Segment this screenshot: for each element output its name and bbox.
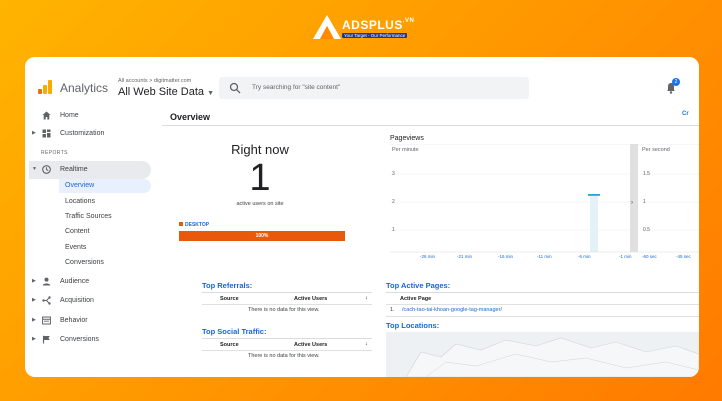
empty-message: There is no data for this view. <box>248 307 320 313</box>
sort-arrow-icon[interactable]: ↓ <box>365 341 368 347</box>
dashboard-icon <box>42 129 51 138</box>
row-divider <box>386 316 699 317</box>
y-tick-min-1: 1 <box>392 227 395 233</box>
search-bar[interactable]: Try searching for "site content" <box>219 77 529 99</box>
top-referrals-table: Source Active Users ↓ There is no data f… <box>202 292 372 315</box>
top-pages-title: Top Active Pages: <box>386 281 451 290</box>
sidebar: Home ▶ Customization REPORTS ▼ Realtime … <box>25 107 155 377</box>
title-divider <box>162 125 699 126</box>
device-share-bar: 100% <box>179 231 345 241</box>
current-minute-band <box>630 144 638 252</box>
col-active-users[interactable]: Active Users <box>294 342 327 348</box>
pageviews-title: Pageviews <box>390 135 424 142</box>
brand-mark-icon <box>313 15 341 39</box>
header-divider <box>202 350 372 351</box>
col-source: Source <box>220 342 239 348</box>
chart-scroll-arrow: › <box>631 200 633 206</box>
page-title: Overview <box>170 112 211 122</box>
chevron-down-icon: ▼ <box>32 166 37 172</box>
y-tick-sec-1-5: 1.5 <box>643 171 650 177</box>
brand-tagline: Your Target - Our Performance <box>342 33 408 38</box>
per-minute-label: Per minute <box>392 147 419 153</box>
row-index: 1. <box>390 307 395 313</box>
reports-section-label: REPORTS <box>41 150 68 156</box>
x-tick-6: -6 min <box>578 254 591 259</box>
sidebar-sub-conversions[interactable]: Conversions <box>65 256 151 270</box>
property-selector[interactable]: All Web Site Data ▼ <box>118 86 214 98</box>
brand-logo: ADSPLUS.VN Your Target - Our Performance <box>312 12 422 42</box>
sort-arrow-icon[interactable]: ↓ <box>365 295 368 301</box>
home-icon <box>42 111 51 120</box>
brand-name: ADSPLUS.VN <box>342 18 415 32</box>
sidebar-sub-traffic-sources[interactable]: Traffic Sources <box>65 210 151 224</box>
sidebar-item-conversions[interactable]: ▶ Conversions <box>25 331 150 349</box>
col-active-page: Active Page <box>400 296 432 302</box>
analytics-logo-icon <box>38 80 52 94</box>
clock-icon <box>42 165 51 174</box>
col-active-users[interactable]: Active Users <box>294 296 327 302</box>
y-tick-min-3: 3 <box>392 171 395 177</box>
header-divider <box>202 304 372 305</box>
chevron-right-icon: ▶ <box>32 297 36 303</box>
sidebar-item-customization[interactable]: ▶ Customization <box>25 125 150 143</box>
top-pages-table: Active Page 1. /cach-tao-tai-khoan-googl… <box>386 292 699 317</box>
y-tick-min-2: 2 <box>392 199 395 205</box>
x-tick-26: -26 min <box>420 254 436 259</box>
sidebar-item-audience[interactable]: ▶ Audience <box>25 273 150 291</box>
y-tick-sec-0-5: 0.5 <box>643 227 650 233</box>
map-graphic <box>405 337 699 377</box>
right-now-title: Right now <box>231 142 289 157</box>
sidebar-item-realtime[interactable]: ▼ Realtime <box>25 161 150 179</box>
chevron-right-icon: ▶ <box>32 317 36 323</box>
top-referrals-title: Top Referrals: <box>202 281 253 290</box>
recent-minute-shade <box>590 194 598 252</box>
app-header: Analytics All accounts > digitmatter.com… <box>25 57 699 107</box>
x-tick-1: -1 min <box>619 254 632 259</box>
sidebar-sub-events[interactable]: Events <box>65 241 151 255</box>
x-tick-11: -11 min <box>537 254 552 259</box>
top-locations-title: Top Locations: <box>386 321 440 330</box>
top-social-title: Top Social Traffic: <box>202 327 267 336</box>
acquisition-icon <box>42 296 51 305</box>
sidebar-sub-locations[interactable]: Locations <box>65 195 151 209</box>
search-placeholder: Try searching for "site content" <box>252 84 341 91</box>
caret-down-icon: ▼ <box>207 90 215 97</box>
pageview-bar <box>588 194 600 196</box>
active-page-link[interactable]: /cach-tao-tai-khoan-google-tag-manager/ <box>402 307 502 313</box>
y-tick-sec-1: 1 <box>643 199 646 205</box>
x-tick-21: -21 min <box>457 254 473 259</box>
main-content: Overview Cr Right now 1 active users on … <box>162 107 699 377</box>
flag-icon <box>42 335 50 344</box>
legend-swatch <box>179 222 183 226</box>
active-users-label: active users on site <box>236 201 284 207</box>
chevron-right-icon: ▶ <box>32 130 36 136</box>
behavior-icon <box>42 316 51 325</box>
x-tick-60s: -60 sec <box>642 254 658 259</box>
sidebar-item-home[interactable]: Home <box>25 107 150 125</box>
notification-badge: 2 <box>672 78 680 86</box>
x-tick-45s: -45 sec <box>676 254 692 259</box>
pageviews-chart: Per minute Per second 3 2 1 1.5 1 0.5 › … <box>390 144 699 260</box>
sidebar-item-acquisition[interactable]: ▶ Acquisition <box>25 292 150 310</box>
search-icon <box>229 82 241 94</box>
analytics-window: Analytics All accounts > digitmatter.com… <box>25 57 699 377</box>
per-second-label: Per second <box>642 147 670 153</box>
header-divider <box>386 304 699 305</box>
active-users-count: 1 <box>249 157 271 199</box>
app-name: Analytics <box>60 81 109 95</box>
sidebar-sub-overview[interactable]: Overview <box>59 179 151 193</box>
x-tick-16: -16 min <box>498 254 514 259</box>
device-label: DESKTOP <box>179 222 209 228</box>
col-source: Source <box>220 296 239 302</box>
locations-map[interactable] <box>386 332 699 377</box>
chevron-right-icon: ▶ <box>32 278 36 284</box>
top-social-table: Source Active Users ↓ There is no data f… <box>202 338 372 361</box>
person-icon <box>42 277 51 286</box>
breadcrumb[interactable]: All accounts > digitmatter.com <box>118 78 191 84</box>
corner-link[interactable]: Cr <box>682 111 689 117</box>
empty-message: There is no data for this view. <box>248 353 320 359</box>
sidebar-item-behavior[interactable]: ▶ Behavior <box>25 312 150 330</box>
sidebar-sub-content[interactable]: Content <box>65 225 151 239</box>
chevron-right-icon: ▶ <box>32 336 36 342</box>
